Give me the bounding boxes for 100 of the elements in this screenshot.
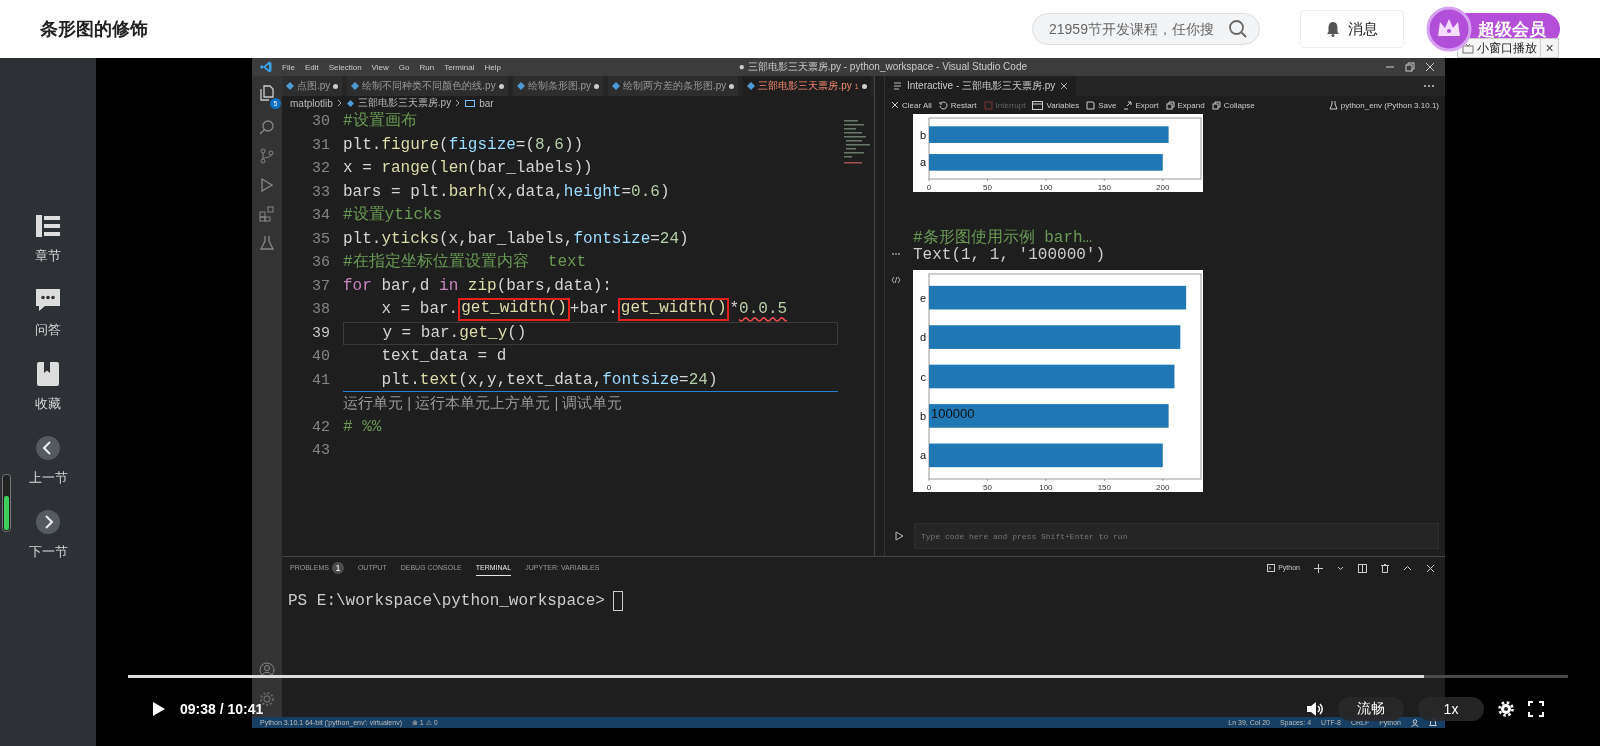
breadcrumb-item[interactable]: matplotlib — [290, 97, 333, 109]
code-line: #在指定坐标位置设置内容 text — [343, 251, 588, 273]
python-file-icon — [747, 82, 756, 90]
menu-item[interactable]: File — [282, 62, 295, 72]
interactive-tab[interactable]: Interactive - 三部电影三天票房.py — [885, 76, 1077, 96]
plus-icon[interactable] — [1314, 563, 1323, 573]
line-number: 40 — [311, 348, 331, 366]
messages-button[interactable]: 消息 — [1300, 10, 1404, 48]
volume-icon[interactable] — [1306, 701, 1324, 717]
code-line: for bar,d in zip(bars,data): — [343, 275, 613, 297]
toolbar-button[interactable]: Save — [1086, 100, 1117, 110]
crown-medal-icon — [1426, 6, 1472, 52]
code-line: x = bar. get_width() +bar. get_width() *0.0.5 — [343, 298, 838, 322]
editor-tab[interactable]: 点图.py — [282, 76, 344, 96]
category-label: a — [919, 156, 926, 169]
extensions-icon[interactable] — [259, 206, 275, 222]
person-icon[interactable] — [1411, 718, 1419, 727]
toolbar-button[interactable]: Variables — [1032, 100, 1080, 110]
line-number: 30 — [311, 113, 331, 131]
kernel-picker[interactable]: python_env (Python 3.10.1) — [1328, 100, 1439, 110]
chevron-right-icon — [455, 99, 462, 107]
bookmark-icon — [35, 361, 61, 387]
sidebar-item[interactable]: 下一节 — [28, 509, 68, 561]
toolbar-button[interactable]: Clear All — [891, 100, 932, 110]
chevron-up-icon[interactable] — [1403, 563, 1412, 573]
tick-label: 100 — [1039, 183, 1053, 192]
files-icon[interactable] — [258, 84, 276, 102]
bell-icon[interactable] — [1429, 718, 1437, 727]
toolbar-button[interactable]: Collapse — [1211, 100, 1255, 110]
code-line: plt.yticks(x,bar_labels,fontsize=24) — [343, 228, 690, 250]
source-control-icon[interactable] — [259, 148, 275, 164]
chevron-right-icon — [35, 509, 61, 535]
tick-label: 100 — [1039, 483, 1053, 492]
bell-icon — [1326, 21, 1340, 37]
code-cell-text[interactable]: #条形图使用示例 barh… — [913, 226, 1093, 248]
table-icon — [1032, 100, 1044, 110]
search-icon[interactable] — [259, 119, 275, 135]
account-icon[interactable] — [259, 662, 275, 678]
search-icon[interactable] — [1228, 19, 1248, 39]
close-icon[interactable] — [1060, 82, 1069, 90]
trash-icon[interactable] — [1381, 563, 1389, 573]
toolbar-button[interactable]: Expand — [1165, 100, 1205, 110]
breadcrumb-item[interactable]: bar — [479, 97, 494, 109]
run-icon[interactable] — [895, 531, 904, 541]
python-file-icon — [612, 82, 621, 90]
breadcrumb-item[interactable]: 三部电影三天票房.py — [357, 96, 452, 110]
code-line: text_data = d — [380, 346, 508, 367]
sidebar-item[interactable]: 收藏 — [35, 361, 61, 413]
toolbar-button[interactable]: Export — [1123, 100, 1159, 110]
terminal-cursor — [612, 591, 623, 611]
line-number: 42 — [311, 418, 331, 436]
category-label: a — [919, 449, 926, 462]
close-icon[interactable] — [1426, 563, 1435, 573]
line-number: 35 — [311, 230, 331, 248]
editor-tab[interactable]: 绘制条形图.py — [512, 76, 605, 96]
category-label: b — [919, 409, 926, 422]
close-icon[interactable] — [1425, 62, 1435, 72]
close-button[interactable]: × — [1540, 39, 1558, 57]
flask-icon[interactable] — [259, 235, 275, 251]
speed-button[interactable]: 1x — [1418, 697, 1484, 721]
code-line: bars = plt.barh(x,data,height=0.6) — [343, 181, 671, 203]
more-icon[interactable] — [891, 252, 901, 256]
tick-label: 150 — [1097, 483, 1111, 492]
output-text: Text(1, 1, '100000') — [913, 246, 1106, 264]
sidebar-item[interactable]: 问答 — [35, 287, 61, 339]
search-field[interactable]: 21959节开发课程，任你搜 — [1032, 13, 1260, 45]
more-icon[interactable] — [1423, 84, 1435, 88]
run-debug-icon[interactable] — [259, 177, 275, 193]
tick-label: 0 — [926, 183, 932, 192]
menu-item[interactable]: Edit — [304, 62, 319, 72]
sidebar-item[interactable]: 章节 — [35, 213, 61, 265]
code-line: x = range(len(bar_labels)) — [343, 158, 594, 179]
toolbar-button[interactable]: Restart — [938, 100, 977, 110]
editor-tab[interactable]: 绘制不同种类不同颜色的线.py — [347, 76, 509, 96]
codelens-links[interactable]: 运行单元 | 运行本单元上方单元 | 调试单元 — [343, 394, 623, 414]
menu-item[interactable]: Go — [398, 62, 410, 72]
restore-icon[interactable] — [1405, 62, 1415, 72]
play-icon[interactable] — [152, 701, 166, 717]
code-line: plt.figure(figsize=(8,6)) — [343, 134, 585, 156]
menu-item[interactable]: Run — [419, 62, 435, 72]
tick-label: 50 — [983, 183, 992, 192]
code-icon[interactable] — [891, 276, 901, 284]
restart-icon — [938, 100, 948, 110]
fullscreen-icon[interactable] — [1528, 701, 1544, 717]
tick-label: 0 — [926, 483, 932, 492]
quality-button[interactable]: 流畅 — [1338, 697, 1404, 721]
stacked-squares-icon — [1165, 100, 1175, 110]
menu-item[interactable]: View — [371, 62, 389, 72]
line-number: 41 — [311, 371, 331, 389]
sidebar-item[interactable]: 上一节 — [28, 435, 68, 487]
code-input-field[interactable]: Type code here and press Shift+Enter to run — [914, 523, 1439, 549]
split-icon[interactable] — [1358, 563, 1367, 573]
terminal-icon — [1267, 563, 1276, 572]
menu-item[interactable]: Help — [484, 62, 501, 72]
editor-tab[interactable]: 绘制两方差的条形图.py — [608, 76, 740, 96]
menu-item[interactable]: Terminal — [444, 62, 475, 72]
settings-icon[interactable] — [1498, 701, 1514, 717]
menu-item[interactable]: Selection — [328, 62, 362, 72]
save-icon — [1086, 100, 1096, 110]
close-icon — [891, 101, 899, 109]
